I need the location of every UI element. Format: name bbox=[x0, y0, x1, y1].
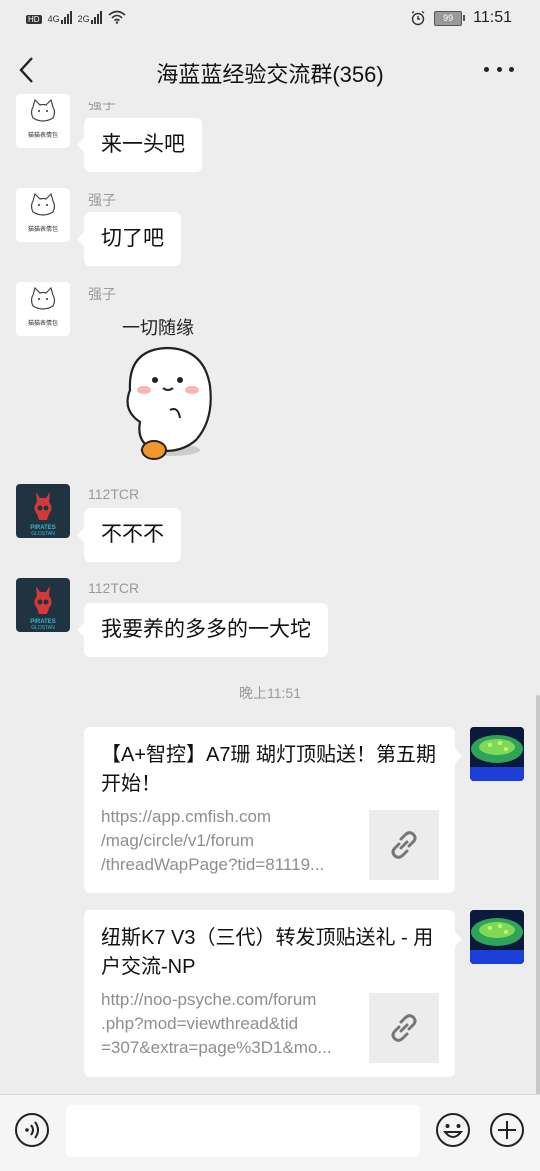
scrollbar[interactable] bbox=[536, 695, 540, 1095]
emoji-button[interactable] bbox=[435, 1112, 471, 1148]
avatar[interactable]: 猫猫表情包 bbox=[16, 282, 70, 336]
link-card-url: http://noo-psyche.com/forum .php?mod=vie… bbox=[101, 988, 353, 1060]
message-bubble[interactable]: 不不不 bbox=[77, 508, 181, 562]
message-bubble[interactable]: 我要养的多多的一大坨 bbox=[77, 603, 328, 657]
avatar-label-line2: GLOSTAN bbox=[31, 625, 55, 631]
my-avatar[interactable] bbox=[470, 910, 524, 964]
sender-name: 强子 bbox=[88, 192, 116, 208]
url-line: /mag/circle/v1/forum bbox=[101, 831, 255, 850]
cat-avatar-icon: 猫猫表情包 bbox=[28, 286, 58, 327]
link-card[interactable]: 纽斯K7 V3（三代）转发顶贴送礼 - 用户交流-NP http://noo-p… bbox=[84, 910, 462, 1077]
clock: 11:51 bbox=[473, 9, 512, 26]
skull-avatar-icon: PIRATES GLOSTAN bbox=[30, 492, 56, 537]
signal-2g-icon: 2G bbox=[78, 11, 102, 24]
url-line: https://app.cmfish.com bbox=[101, 807, 272, 826]
link-card-title: 【A+智控】A7珊 瑚灯顶贴送！第五期开始！ bbox=[101, 744, 437, 795]
my-avatar[interactable] bbox=[470, 727, 524, 781]
hd-indicator: HD bbox=[26, 15, 42, 24]
url-line: http://noo-psyche.com/forum bbox=[101, 990, 317, 1009]
link-icon bbox=[391, 831, 417, 859]
message-bubble[interactable]: 切了吧 bbox=[77, 212, 181, 266]
message-input[interactable] bbox=[66, 1105, 420, 1157]
sticker-caption: 一切随缘 bbox=[122, 318, 194, 339]
signal-2g-label: 2G bbox=[77, 14, 90, 24]
network-indicators: HD 4G 2G bbox=[26, 10, 126, 24]
sender-name: 112TCR bbox=[88, 486, 140, 502]
cat-avatar-icon: 猫猫表情包 bbox=[28, 98, 58, 139]
avatar-label-line2: GLOSTAN bbox=[31, 531, 55, 537]
url-line: =307&extra=page%3D1&mo... bbox=[101, 1038, 332, 1057]
voice-button[interactable] bbox=[14, 1112, 50, 1148]
signal-4g-icon: 4G bbox=[48, 11, 72, 24]
coral-avatar-icon bbox=[470, 910, 524, 964]
avatar[interactable]: PIRATES GLOSTAN bbox=[16, 578, 70, 632]
avatar-label: 猫猫表情包 bbox=[28, 131, 58, 139]
link-thumbnail bbox=[369, 993, 439, 1063]
chat-title: 海蓝蓝经验交流群(356) bbox=[156, 62, 384, 87]
timestamp: 晚上11:51 bbox=[239, 685, 301, 701]
skull-avatar-icon: PIRATES GLOSTAN bbox=[30, 586, 56, 631]
status-right: 99 11:51 bbox=[410, 9, 512, 27]
signal-4g-label: 4G bbox=[47, 14, 60, 24]
plus-icon bbox=[490, 1113, 524, 1147]
url-line: .php?mod=viewthread&tid bbox=[101, 1014, 299, 1033]
input-bar bbox=[0, 1094, 540, 1171]
sticker[interactable]: 一切随缘 bbox=[100, 310, 240, 470]
avatar-label: 猫猫表情包 bbox=[28, 225, 58, 233]
alarm-icon bbox=[411, 10, 425, 26]
sender-name: 强子 bbox=[88, 286, 116, 302]
plus-button[interactable] bbox=[489, 1112, 525, 1148]
avatar-label: 猫猫表情包 bbox=[28, 319, 58, 327]
avatar[interactable]: 猫猫表情包 bbox=[16, 94, 70, 148]
message-bubble[interactable]: 来一头吧 bbox=[77, 118, 202, 172]
battery-icon: 99 bbox=[434, 10, 466, 26]
sender-name: 112TCR bbox=[88, 580, 140, 596]
link-card[interactable]: 【A+智控】A7珊 瑚灯顶贴送！第五期开始！ https://app.cmfis… bbox=[84, 727, 462, 893]
avatar[interactable]: PIRATES GLOSTAN bbox=[16, 484, 70, 538]
link-thumbnail bbox=[369, 810, 439, 880]
link-icon bbox=[391, 1014, 417, 1042]
chat-header: 海蓝蓝经验交流群(356) bbox=[0, 38, 540, 102]
voice-icon bbox=[15, 1113, 49, 1147]
cat-avatar-icon: 猫猫表情包 bbox=[28, 192, 58, 233]
url-line: /threadWapPage?tid=81119... bbox=[101, 855, 325, 874]
more-dots-icon bbox=[484, 66, 489, 72]
link-card-url: https://app.cmfish.com /mag/circle/v1/fo… bbox=[101, 805, 353, 877]
more-button[interactable] bbox=[484, 56, 514, 82]
status-bar: HD 4G 2G 99 11:51 bbox=[0, 0, 540, 38]
avatar[interactable]: 猫猫表情包 bbox=[16, 188, 70, 242]
emoji-icon bbox=[436, 1113, 470, 1147]
link-card-title: 纽斯K7 V3（三代）转发顶贴送礼 - 用户交流-NP bbox=[101, 927, 434, 978]
coral-avatar-icon bbox=[470, 727, 524, 781]
wifi-icon bbox=[108, 10, 126, 24]
battery-level: 99 bbox=[434, 10, 463, 26]
